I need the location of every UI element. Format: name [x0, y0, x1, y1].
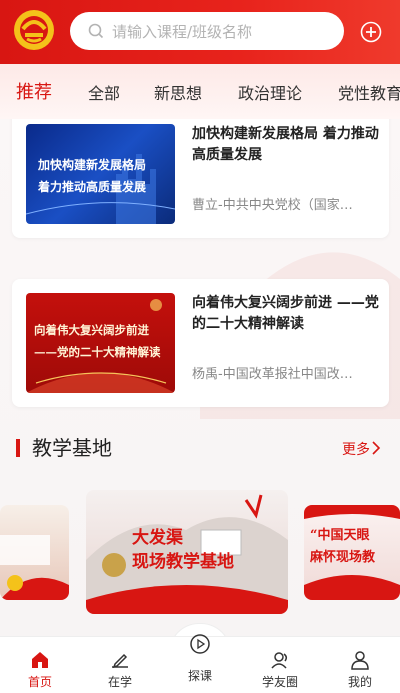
tab-party-education[interactable]: 党性教育	[338, 80, 400, 104]
nav-label: 我的	[347, 675, 372, 689]
base-title: 大发渠 现场教学基地	[132, 526, 234, 574]
nav-friends[interactable]: 学友圈	[240, 637, 320, 693]
base-title-line2: 现场教学基地	[132, 552, 234, 572]
base-title-line2: 麻怀现场教	[310, 550, 376, 565]
base-title: “中国天眼 麻怀现场教	[310, 525, 375, 569]
nav-learning[interactable]: 在学	[80, 637, 160, 693]
category-tabs: 推荐 全部 新思想 政治理论 党性教育	[0, 64, 400, 119]
pen-book-icon	[112, 653, 128, 669]
search-placeholder: 请输入课程/班级名称	[112, 22, 253, 41]
party-emblem-icon[interactable]	[13, 9, 55, 51]
base-card[interactable]: “中国天眼 麻怀现场教	[304, 505, 400, 600]
play-circle-icon	[190, 634, 210, 654]
thumb-line-1: 加快构建新发展格局	[38, 158, 147, 172]
teaching-base-header: 教学基地 更多	[0, 429, 400, 465]
base-image	[0, 535, 69, 600]
nav-profile[interactable]: 我的	[320, 637, 400, 693]
nav-explore[interactable]: 探课	[160, 634, 240, 693]
thumb-line-1: 向着伟大复兴阔步前进	[34, 323, 149, 337]
tab-new-thought[interactable]: 新思想	[154, 80, 202, 104]
course-source: 杨禹-中国改革报社中国改…	[192, 367, 353, 382]
thumbnail-text: 加快构建新发展格局 着力推动高质量发展	[38, 154, 146, 198]
nav-home[interactable]: 首页	[0, 637, 80, 693]
course-title[interactable]: 加快构建新发展格局 着力推动高质量发展	[192, 124, 382, 166]
tab-all[interactable]: 全部	[88, 80, 120, 104]
thumbnail-text: 向着伟大复兴阔步前进 ——党的二十大精神解读	[34, 319, 161, 363]
course-card[interactable]: 加快构建新发展格局 着力推动高质量发展 加快构建新发展格局 着力推动高质量发展 …	[12, 119, 389, 238]
search-input[interactable]: 请输入课程/班级名称	[70, 12, 344, 50]
thumb-line-2: ——党的二十大精神解读	[34, 345, 161, 359]
base-title-line1: “中国天眼	[310, 528, 370, 543]
base-title-line1: 大发渠	[132, 528, 183, 548]
base-card[interactable]	[0, 505, 69, 600]
tab-recommend[interactable]: 推荐	[16, 78, 52, 104]
friends-icon	[271, 652, 288, 669]
nav-label: 学友圈	[261, 675, 298, 689]
tab-political-theory[interactable]: 政治理论	[238, 80, 302, 104]
home-icon	[32, 652, 48, 668]
section-title: 教学基地	[32, 436, 112, 460]
base-card[interactable]: 大发渠 现场教学基地	[86, 490, 288, 614]
course-title[interactable]: 向着伟大复兴阔步前进 ——党的二十大精神解读	[192, 293, 382, 335]
course-source: 曹立-中共中央党校（国家…	[192, 198, 353, 213]
section-accent-bar	[16, 439, 20, 457]
top-header: 请输入课程/班级名称	[0, 0, 400, 64]
course-thumbnail: 加快构建新发展格局 着力推动高质量发展	[26, 124, 175, 224]
course-card[interactable]: 向着伟大复兴阔步前进 ——党的二十大精神解读 向着伟大复兴阔步前进 ——党的二十…	[12, 279, 389, 407]
nav-label: 探课	[187, 669, 212, 683]
nav-label: 在学	[107, 675, 132, 689]
chevron-right-icon[interactable]	[371, 440, 381, 456]
more-link[interactable]: 更多	[342, 439, 370, 459]
thumb-line-2: 着力推动高质量发展	[38, 180, 147, 194]
user-icon	[351, 651, 369, 670]
course-thumbnail: 向着伟大复兴阔步前进 ——党的二十大精神解读	[26, 293, 175, 393]
plus-circle-icon[interactable]	[360, 21, 382, 43]
search-icon	[88, 23, 104, 39]
bottom-navigation: 首页 在学 探课 学友圈 我的	[0, 634, 400, 693]
nav-label: 首页	[27, 675, 52, 689]
